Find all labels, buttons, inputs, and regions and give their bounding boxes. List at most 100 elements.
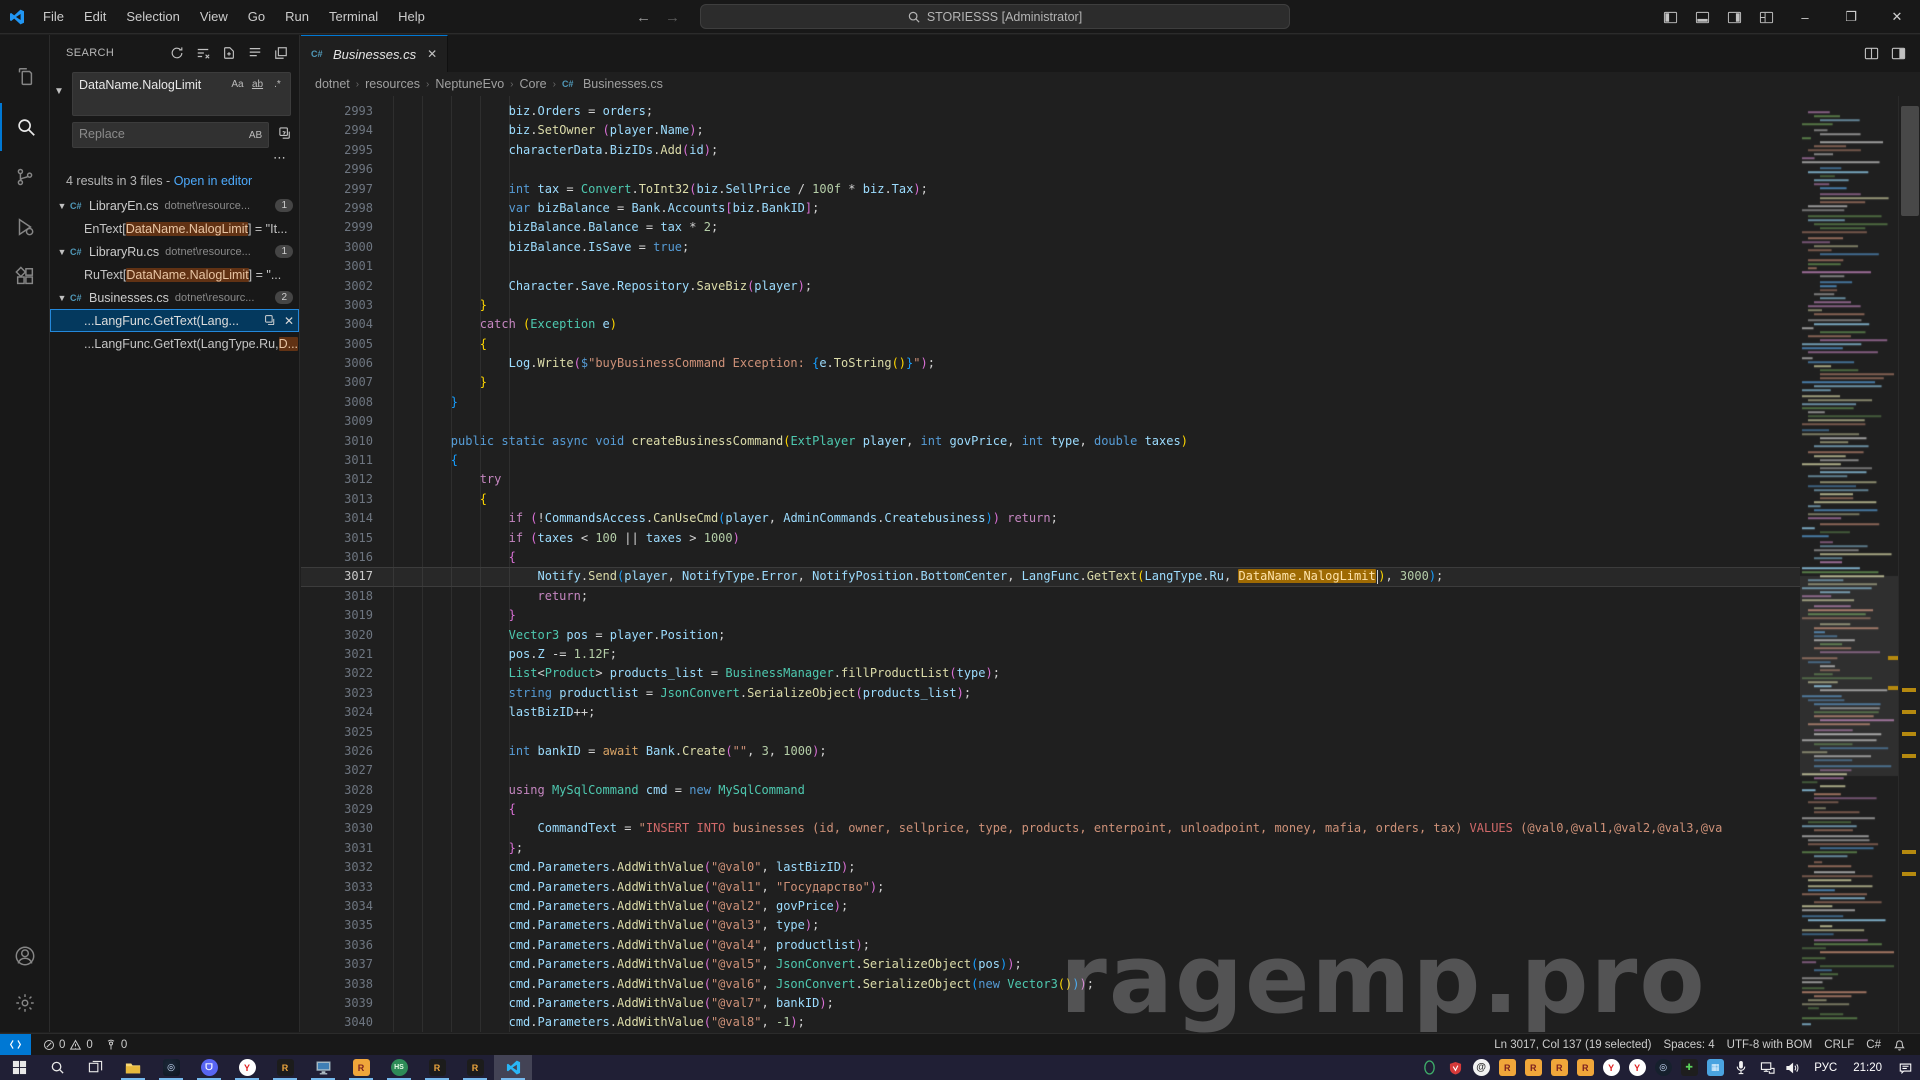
tray-icon-greenapp[interactable]: ✚	[1676, 1055, 1702, 1080]
tray-icon-ramber[interactable]: R	[1546, 1055, 1572, 1080]
clear-search-results-icon[interactable]	[193, 43, 213, 63]
status-indentation[interactable]: Spaces: 4	[1657, 1034, 1720, 1056]
line-number[interactable]: 3019	[301, 606, 373, 625]
code-line[interactable]: 2997int tax = Convert.ToInt32(biz.SellPr…	[301, 180, 1800, 199]
line-number[interactable]: 3005	[301, 335, 373, 354]
breadcrumb-item[interactable]: NeptuneEvo	[435, 77, 504, 91]
toggle-panel-icon[interactable]	[1686, 0, 1718, 34]
tray-icon-ramber[interactable]: R	[1494, 1055, 1520, 1080]
match-case-icon[interactable]: Aa	[229, 76, 246, 93]
notifications-bell-icon[interactable]	[1887, 1034, 1912, 1056]
code-line[interactable]: 3001	[301, 257, 1800, 276]
line-number[interactable]: 3002	[301, 277, 373, 296]
replace-input[interactable]: Replace AB	[72, 122, 269, 148]
code-line[interactable]: 3017Notify.Send(player, NotifyType.Error…	[301, 567, 1800, 586]
line-number[interactable]: 3024	[301, 703, 373, 722]
code-line[interactable]: 3016{	[301, 548, 1800, 567]
code-line[interactable]: 3024lastBizID++;	[301, 703, 1800, 722]
command-center-search[interactable]: STORIESSS [Administrator]	[700, 4, 1290, 29]
taskbar-app-rdark[interactable]: R	[456, 1055, 494, 1080]
dismiss-icon[interactable]: ✕	[284, 314, 294, 328]
line-number[interactable]: 3016	[301, 548, 373, 567]
status-line-col[interactable]: Ln 3017, Col 137 (19 selected)	[1488, 1034, 1657, 1056]
code-line[interactable]: 3031};	[301, 839, 1800, 858]
chevron-down-icon[interactable]: ▼	[54, 201, 70, 211]
code-line[interactable]: 3003}	[301, 296, 1800, 315]
taskbar-app-discord[interactable]: ᗜ	[190, 1055, 228, 1080]
code-line[interactable]: 3028using MySqlCommand cmd = new MySqlCo…	[301, 781, 1800, 800]
toggle-replace-chevron-icon[interactable]: ▼	[54, 86, 64, 97]
errors-warnings[interactable]: 0 0	[37, 1034, 99, 1056]
taskbar-app-rdark[interactable]: R	[266, 1055, 304, 1080]
chevron-down-icon[interactable]: ▼	[54, 293, 70, 303]
line-number[interactable]: 3038	[301, 975, 373, 994]
line-number[interactable]: 2994	[301, 121, 373, 140]
preserve-case-icon[interactable]: AB	[247, 127, 264, 144]
line-number[interactable]: 3008	[301, 393, 373, 412]
code-line[interactable]: 3014if (!CommandsAccess.CanUseCmd(player…	[301, 509, 1800, 528]
taskbar-app-steam[interactable]: ◎	[152, 1055, 190, 1080]
line-number[interactable]: 3006	[301, 354, 373, 373]
search-result-match[interactable]: ...LangFunc.GetText(LangType.Ru, D...	[50, 332, 299, 355]
code-line[interactable]: 3013{	[301, 490, 1800, 509]
search-result-file[interactable]: ▼C#LibraryEn.csdotnet\resource...1	[50, 194, 299, 217]
taskbar-app-monitorapp[interactable]	[304, 1055, 342, 1080]
taskbar-app-start[interactable]	[0, 1055, 38, 1080]
toggle-primary-sidebar-icon[interactable]	[1654, 0, 1686, 34]
code-line[interactable]: 3039cmd.Parameters.AddWithValue("@val7",…	[301, 994, 1800, 1013]
tab-close-icon[interactable]: ✕	[427, 47, 437, 61]
scrollbar-thumb[interactable]	[1901, 106, 1919, 216]
tray-icon-mic[interactable]	[1728, 1055, 1754, 1080]
code-line[interactable]: 3019}	[301, 606, 1800, 625]
line-number[interactable]: 3040	[301, 1013, 373, 1032]
code-line[interactable]: 3008}	[301, 393, 1800, 412]
editor-layout-icon[interactable]	[1891, 46, 1906, 61]
taskbar-app-explorer[interactable]	[114, 1055, 152, 1080]
tray-icon-shield[interactable]	[1442, 1055, 1468, 1080]
code-line[interactable]: 3037cmd.Parameters.AddWithValue("@val5",…	[301, 955, 1800, 974]
menu-file[interactable]: File	[34, 5, 73, 28]
line-number[interactable]: 3009	[301, 412, 373, 431]
code-line[interactable]: 3004catch (Exception e)	[301, 315, 1800, 334]
code-line[interactable]: 2994biz.SetOwner (player.Name);	[301, 121, 1800, 140]
taskbar-app-taskview[interactable]	[76, 1055, 114, 1080]
line-number[interactable]: 2997	[301, 180, 373, 199]
line-number[interactable]: 3001	[301, 257, 373, 276]
breadcrumb[interactable]: dotnet›resources›NeptuneEvo›Core›C#Busin…	[301, 72, 1920, 96]
search-result-match[interactable]: EnText[DataName.NalogLimit] = "It...	[50, 217, 299, 240]
code-line[interactable]: 3025	[301, 723, 1800, 742]
menu-run[interactable]: Run	[276, 5, 318, 28]
line-number[interactable]: 3035	[301, 916, 373, 935]
chevron-down-icon[interactable]: ▼	[54, 247, 70, 257]
line-number[interactable]: 3003	[301, 296, 373, 315]
taskbar-app-ramber[interactable]: R	[342, 1055, 380, 1080]
line-number[interactable]: 3020	[301, 626, 373, 645]
taskbar-app-yandex[interactable]: Y	[228, 1055, 266, 1080]
code-line[interactable]: 3012try	[301, 470, 1800, 489]
menu-terminal[interactable]: Terminal	[320, 5, 387, 28]
code-line[interactable]: 3034cmd.Parameters.AddWithValue("@val2",…	[301, 897, 1800, 916]
search-result-match[interactable]: ...LangFunc.GetText(Lang...✕	[50, 309, 299, 332]
code-line[interactable]: 3026int bankID = await Bank.Create("", 3…	[301, 742, 1800, 761]
code-line[interactable]: 3038cmd.Parameters.AddWithValue("@val6",…	[301, 975, 1800, 994]
line-number[interactable]: 3013	[301, 490, 373, 509]
editor-scrollbar[interactable]	[1898, 96, 1920, 1032]
toggle-secondary-sidebar-icon[interactable]	[1718, 0, 1750, 34]
code-line[interactable]: 2998var bizBalance = Bank.Accounts[biz.B…	[301, 199, 1800, 218]
line-number[interactable]: 2995	[301, 141, 373, 160]
nav-forward-icon[interactable]: →	[665, 9, 680, 26]
sidebar-item-explorer[interactable]	[0, 53, 50, 101]
line-number[interactable]: 3000	[301, 238, 373, 257]
code-line[interactable]: 3000bizBalance.IsSave = true;	[301, 238, 1800, 257]
code-line[interactable]: 3002Character.Save.Repository.SaveBiz(pl…	[301, 277, 1800, 296]
tray-icon-greenoval[interactable]	[1416, 1055, 1442, 1080]
code-line[interactable]: 2996	[301, 160, 1800, 179]
line-number[interactable]: 3034	[301, 897, 373, 916]
line-number[interactable]: 3018	[301, 587, 373, 606]
remote-indicator[interactable]	[0, 1034, 31, 1056]
code-line[interactable]: 3015if (taxes < 100 || taxes > 1000)	[301, 529, 1800, 548]
code-line[interactable]: 3029{	[301, 800, 1800, 819]
code-line[interactable]: 3007}	[301, 373, 1800, 392]
tray-icon-at[interactable]: @	[1468, 1055, 1494, 1080]
line-number[interactable]: 3025	[301, 723, 373, 742]
